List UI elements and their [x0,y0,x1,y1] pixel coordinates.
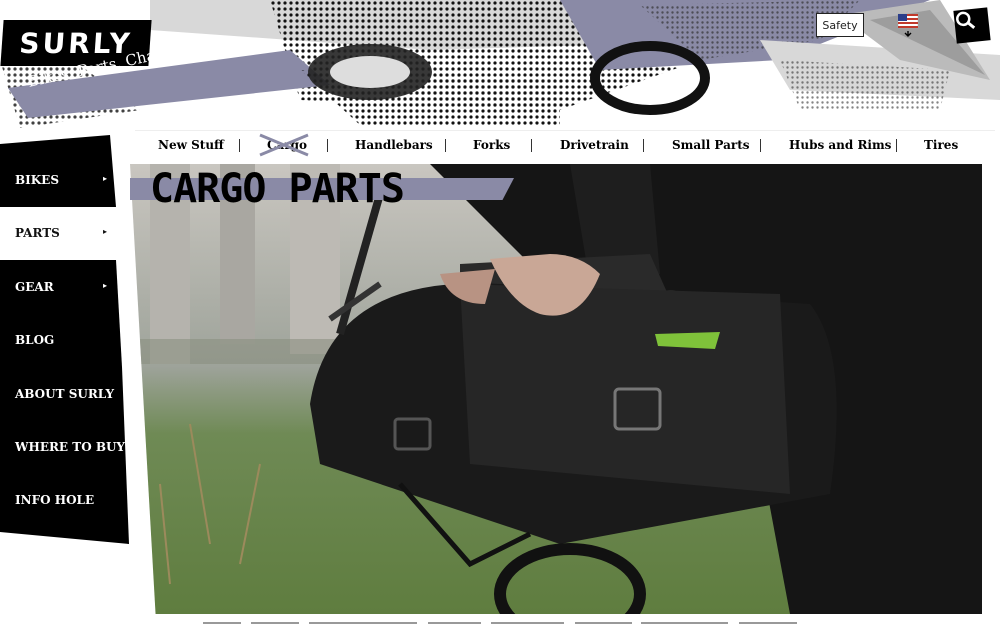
subnav-separator [760,139,761,152]
subnav-item-tires[interactable]: Tires [924,138,958,152]
tab-stub [251,622,299,624]
subnav-item-handlebars[interactable]: Handlebars [355,138,433,152]
us-flag-icon[interactable] [896,12,922,38]
subnav-separator [445,139,446,152]
search-icon [956,11,976,29]
tab-stub [575,622,632,624]
chevron-right-icon: ▸ [103,227,108,236]
sidebar-item-blog[interactable]: BLOG [15,333,54,347]
cargo-bag-photo [130,164,982,614]
sidebar-item-where-to-buy[interactable]: WHERE TO BUY [15,440,125,454]
subnav-item-small-parts[interactable]: Small Parts [672,138,750,152]
header: SURLY Bikes. Parts. Chaos. Safety [0,0,1000,130]
tab-stub [641,622,728,624]
sidebar-item-info-hole[interactable]: INFO HOLE [15,493,94,507]
hero-image [130,164,982,614]
sidebar-item-parts[interactable]: PARTS [15,226,60,240]
chevron-right-icon: ▸ [103,281,108,290]
subnav-item-forks[interactable]: Forks [473,138,510,152]
chevron-down-icon [904,31,912,37]
subnav-separator [327,139,328,152]
subnav-separator [896,139,897,152]
subnav-item-hubs-and-rims[interactable]: Hubs and Rims [789,138,891,152]
tab-stub [739,622,797,624]
active-strike-mark [259,133,309,157]
subnav-separator [643,139,644,152]
search-button[interactable] [953,7,991,44]
subnav-separator [531,139,532,152]
subnav-item-new-stuff[interactable]: New Stuff [158,138,224,152]
chevron-right-icon: ▸ [103,174,108,183]
page-title: CARGO PARTS [150,166,405,212]
tab-stub [203,622,241,624]
subnav-separator [239,139,240,152]
subnav-item-drivetrain[interactable]: Drivetrain [560,138,629,152]
sidebar-item-bikes[interactable]: BIKES [15,173,59,187]
tab-stub [309,622,417,624]
tab-stub [428,622,481,624]
sidebar-item-about-surly[interactable]: ABOUT SURLY [15,387,114,401]
sidebar-item-gear[interactable]: GEAR [15,280,54,294]
safety-link[interactable]: Safety [816,13,864,37]
bottom-tab-stubs [0,620,1000,625]
tab-stub [491,622,564,624]
